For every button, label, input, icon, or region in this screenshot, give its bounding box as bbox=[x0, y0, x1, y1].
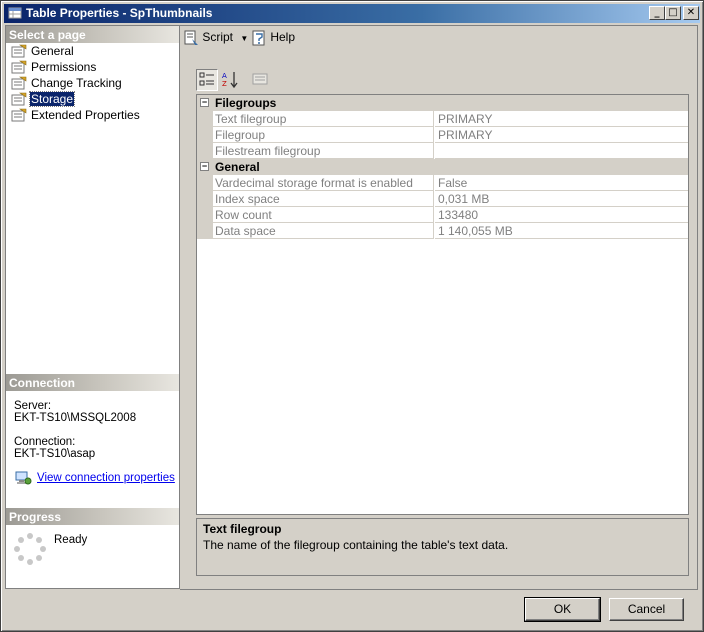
category-general[interactable]: − General bbox=[197, 159, 688, 175]
property-name: Filegroup bbox=[213, 127, 434, 143]
property-name: Vardecimal storage format is enabled bbox=[213, 175, 434, 191]
property-pages-icon bbox=[252, 73, 268, 85]
property-value[interactable]: 133480 bbox=[435, 207, 688, 223]
chevron-down-icon[interactable]: ▼ bbox=[240, 34, 248, 43]
page-label-permissions: Permissions bbox=[31, 60, 97, 74]
left-pane: Select a page General Permissions Change… bbox=[5, 25, 180, 589]
table-properties-window: Table Properties - SpThumbnails _ □ ✕ Se… bbox=[0, 0, 704, 632]
row-gutter bbox=[197, 191, 213, 207]
page-properties-icon bbox=[11, 108, 27, 122]
property-value[interactable]: False bbox=[435, 175, 688, 191]
page-item-permissions[interactable]: Permissions bbox=[6, 59, 179, 75]
progress-spinner-icon bbox=[14, 533, 46, 565]
row-gutter bbox=[197, 143, 213, 159]
category-label: General bbox=[215, 160, 260, 174]
row-gutter bbox=[197, 175, 213, 191]
row-gutter bbox=[197, 207, 213, 223]
property-value[interactable]: PRIMARY bbox=[435, 111, 688, 127]
property-value[interactable]: PRIMARY bbox=[435, 127, 688, 143]
script-icon bbox=[184, 30, 198, 45]
row-gutter bbox=[197, 111, 213, 127]
property-value[interactable] bbox=[435, 143, 688, 159]
property-name: Filestream filegroup bbox=[213, 143, 434, 159]
connection-properties-icon bbox=[15, 471, 32, 485]
row-gutter bbox=[197, 223, 213, 239]
property-grid: − Filegroups Text filegroup PRIMARY File… bbox=[196, 94, 689, 515]
help-icon bbox=[252, 30, 265, 46]
table-properties-icon bbox=[8, 7, 22, 19]
connection-label: Connection: bbox=[14, 436, 76, 448]
page-properties-icon bbox=[11, 60, 27, 74]
category-label: Filegroups bbox=[215, 96, 277, 110]
script-button[interactable]: Script ▼ bbox=[183, 28, 248, 46]
page-label-storage: Storage bbox=[28, 91, 76, 107]
collapse-icon[interactable]: − bbox=[200, 162, 209, 171]
property-name: Index space bbox=[213, 191, 434, 207]
page-item-general[interactable]: General bbox=[6, 43, 179, 59]
alphabetical-button[interactable]: A Z bbox=[220, 69, 242, 91]
page-properties-icon bbox=[11, 76, 27, 90]
page-properties-icon bbox=[11, 44, 27, 58]
property-row-filestream-filegroup[interactable]: Filestream filegroup bbox=[197, 143, 688, 159]
property-row-text-filegroup[interactable]: Text filegroup PRIMARY bbox=[197, 111, 688, 127]
server-label: Server: bbox=[14, 400, 52, 412]
ok-button[interactable]: OK bbox=[524, 597, 601, 622]
help-button[interactable]: Help bbox=[251, 28, 295, 46]
property-row-row-count[interactable]: Row count 133480 bbox=[197, 207, 688, 223]
description-title: Text filegroup bbox=[203, 522, 282, 536]
title-bar[interactable]: Table Properties - SpThumbnails _ □ ✕ bbox=[4, 4, 700, 23]
page-properties-icon bbox=[11, 92, 27, 106]
page-item-change-tracking[interactable]: Change Tracking bbox=[6, 75, 179, 91]
connection-value: EKT-TS10\asap bbox=[14, 448, 96, 460]
window-title: Table Properties - SpThumbnails bbox=[26, 6, 213, 20]
description-text: The name of the filegroup containing the… bbox=[203, 538, 509, 552]
property-name: Data space bbox=[213, 223, 434, 239]
page-label-general: General bbox=[31, 44, 74, 58]
close-button[interactable]: ✕ bbox=[683, 6, 699, 20]
script-label: Script bbox=[202, 30, 234, 44]
page-list: General Permissions Change Tracking Stor… bbox=[6, 43, 179, 123]
connection-header: Connection bbox=[6, 374, 179, 391]
description-pane: Text filegroup The name of the filegroup… bbox=[196, 518, 689, 576]
property-row-filegroup[interactable]: Filegroup PRIMARY bbox=[197, 127, 688, 143]
property-name: Row count bbox=[213, 207, 434, 223]
property-value[interactable]: 0,031 MB bbox=[435, 191, 688, 207]
top-toolbar: Script ▼ Help bbox=[181, 25, 697, 49]
page-label-extended-properties: Extended Properties bbox=[31, 108, 140, 122]
page-item-extended-properties[interactable]: Extended Properties bbox=[6, 107, 179, 123]
server-value: EKT-TS10\MSSQL2008 bbox=[14, 412, 137, 424]
svg-text:Z: Z bbox=[222, 80, 227, 88]
minimize-button[interactable]: _ bbox=[649, 6, 665, 20]
categorized-button[interactable] bbox=[196, 69, 218, 91]
property-row-index-space[interactable]: Index space 0,031 MB bbox=[197, 191, 688, 207]
collapse-icon[interactable]: − bbox=[200, 98, 209, 107]
property-name: Text filegroup bbox=[213, 111, 434, 127]
select-page-header: Select a page bbox=[6, 26, 179, 43]
row-gutter bbox=[197, 127, 213, 143]
category-filegroups[interactable]: − Filegroups bbox=[197, 95, 688, 111]
property-pages-button bbox=[250, 69, 272, 91]
page-item-storage[interactable]: Storage bbox=[6, 91, 179, 107]
property-row-vardecimal[interactable]: Vardecimal storage format is enabled Fal… bbox=[197, 175, 688, 191]
maximize-button[interactable]: □ bbox=[665, 6, 681, 20]
property-grid-toolbar: A Z bbox=[196, 69, 276, 91]
view-connection-properties-link[interactable]: View connection properties bbox=[37, 472, 175, 484]
sort-az-icon: A Z bbox=[222, 72, 238, 89]
property-row-data-space[interactable]: Data space 1 140,055 MB bbox=[197, 223, 688, 239]
property-value[interactable]: 1 140,055 MB bbox=[435, 223, 688, 239]
cancel-button[interactable]: Cancel bbox=[609, 598, 684, 621]
categorized-icon bbox=[199, 72, 214, 86]
page-label-change-tracking: Change Tracking bbox=[31, 76, 122, 90]
progress-header: Progress bbox=[6, 508, 179, 525]
help-label: Help bbox=[270, 30, 296, 44]
svg-text:A: A bbox=[222, 72, 227, 80]
